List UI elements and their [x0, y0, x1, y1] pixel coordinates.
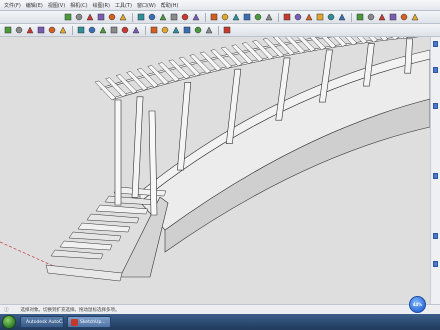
hand-icon[interactable]: [96, 13, 105, 22]
line-icon[interactable]: [107, 13, 116, 22]
rotate-icon[interactable]: [131, 26, 140, 35]
menu-item[interactable]: 编辑(E): [26, 2, 43, 9]
stair-step: [86, 213, 140, 224]
taskbar: Autodesk AutoC... SketchUp...: [0, 314, 440, 330]
scale-icon[interactable]: [149, 26, 158, 35]
stair-step: [77, 222, 131, 233]
status-text: 选择对象。切换到扩充选择。拖动鼠标选择多项。: [20, 307, 120, 313]
main-toolbar: [0, 11, 440, 24]
move-icon[interactable]: [191, 13, 200, 22]
taskbar-button-label: Autodesk AutoC...: [26, 319, 64, 325]
push-icon[interactable]: [87, 26, 96, 35]
stair-step: [50, 249, 104, 260]
3d-viewport[interactable]: [0, 37, 430, 304]
scale-icon[interactable]: [220, 13, 229, 22]
menu-item[interactable]: 相机(C): [70, 2, 87, 9]
start-button[interactable]: [2, 315, 16, 329]
follow-me-icon[interactable]: [98, 26, 107, 35]
section-icon[interactable]: [193, 26, 202, 35]
app-icon: [71, 318, 78, 326]
strip-marker[interactable]: [433, 41, 438, 47]
move-icon[interactable]: [120, 26, 129, 35]
pan-icon[interactable]: [293, 13, 302, 22]
strip-marker[interactable]: [433, 67, 438, 73]
stair-step: [68, 231, 122, 242]
arc-icon[interactable]: [58, 26, 67, 35]
top-view-icon[interactable]: [337, 13, 346, 22]
dimension-icon[interactable]: [182, 26, 191, 35]
strip-marker[interactable]: [433, 261, 438, 267]
taskbar-button-label: SketchUp...: [80, 319, 106, 325]
toolbar-separator: [351, 12, 352, 22]
taskbar-button[interactable]: Autodesk AutoC...: [20, 316, 64, 328]
menu-item[interactable]: 帮助(H): [161, 2, 179, 9]
toolbar-separator: [72, 25, 73, 35]
zoom-icon[interactable]: [304, 13, 313, 22]
right-view-icon[interactable]: [366, 13, 375, 22]
wireframe-icon[interactable]: [410, 13, 419, 22]
strip-marker[interactable]: [433, 173, 438, 179]
toolbar-separator: [145, 25, 146, 35]
menu-item[interactable]: 文件(F): [4, 2, 21, 9]
zoom-extents-icon[interactable]: [315, 13, 324, 22]
status-info-icon: ⓘ: [4, 307, 9, 313]
pergola-column-front: [114, 99, 122, 206]
push-pull-icon[interactable]: [180, 13, 189, 22]
status-bar: ⓘ 选择对象。切换到扩充选择。拖动鼠标选择多项。: [0, 304, 440, 314]
text-icon[interactable]: [253, 13, 262, 22]
right-scroll-strip[interactable]: [430, 37, 440, 304]
taskbar-button[interactable]: SketchUp...: [67, 316, 111, 328]
toolbar-separator: [132, 12, 133, 22]
menu-item[interactable]: 视图(V): [48, 2, 65, 9]
line-icon[interactable]: [47, 26, 56, 35]
speed-badge: 44%: [409, 296, 426, 313]
polygon-icon[interactable]: [158, 13, 167, 22]
back-view-icon[interactable]: [377, 13, 386, 22]
strip-marker[interactable]: [433, 233, 438, 239]
select-icon[interactable]: [3, 26, 12, 35]
menu-bar: 文件(F) 编辑(E) 视图(V) 相机(C) 绘图(R) 工具(T) 窗口(W) 帮助(H): [0, 0, 440, 11]
freehand-icon[interactable]: [169, 13, 178, 22]
arrow-icon[interactable]: [63, 13, 72, 22]
iso-view-icon[interactable]: [326, 13, 335, 22]
eraser-icon[interactable]: [74, 13, 83, 22]
stair-step: [59, 240, 113, 251]
rotate-icon[interactable]: [209, 13, 218, 22]
paint-icon[interactable]: [25, 26, 34, 35]
toolbar-separator: [218, 25, 219, 35]
strip-marker[interactable]: [433, 103, 438, 109]
secondary-toolbar: [0, 24, 440, 37]
arc-icon[interactable]: [118, 13, 127, 22]
shape-icon[interactable]: [76, 26, 85, 35]
orbit-icon[interactable]: [282, 13, 291, 22]
offset-icon[interactable]: [109, 26, 118, 35]
eraser-icon[interactable]: [36, 26, 45, 35]
tape-icon[interactable]: [160, 26, 169, 35]
pergola-column: [131, 96, 144, 198]
menu-item[interactable]: 绘图(R): [93, 2, 110, 9]
tape-icon[interactable]: [242, 13, 251, 22]
paint-bucket-icon[interactable]: [85, 13, 94, 22]
stair-step: [95, 204, 149, 215]
stair-landing: [45, 264, 123, 282]
axis-line: [0, 241, 61, 270]
protractor-icon[interactable]: [171, 26, 180, 35]
left-view-icon[interactable]: [388, 13, 397, 22]
front-view-icon[interactable]: [355, 13, 364, 22]
menu-item[interactable]: 窗口(W): [137, 2, 156, 9]
walk-icon[interactable]: [204, 26, 213, 35]
rectangle-icon[interactable]: [136, 13, 145, 22]
component-icon[interactable]: [14, 26, 23, 35]
circle-icon[interactable]: [147, 13, 156, 22]
offset-icon[interactable]: [231, 13, 240, 22]
look-icon[interactable]: [222, 26, 231, 35]
model-scene[interactable]: [0, 37, 430, 304]
toolbar-separator: [278, 12, 279, 22]
menu-item[interactable]: 工具(T): [115, 2, 132, 9]
axes-icon[interactable]: [264, 13, 273, 22]
toolbar-separator: [205, 12, 206, 22]
xray-icon[interactable]: [399, 13, 408, 22]
